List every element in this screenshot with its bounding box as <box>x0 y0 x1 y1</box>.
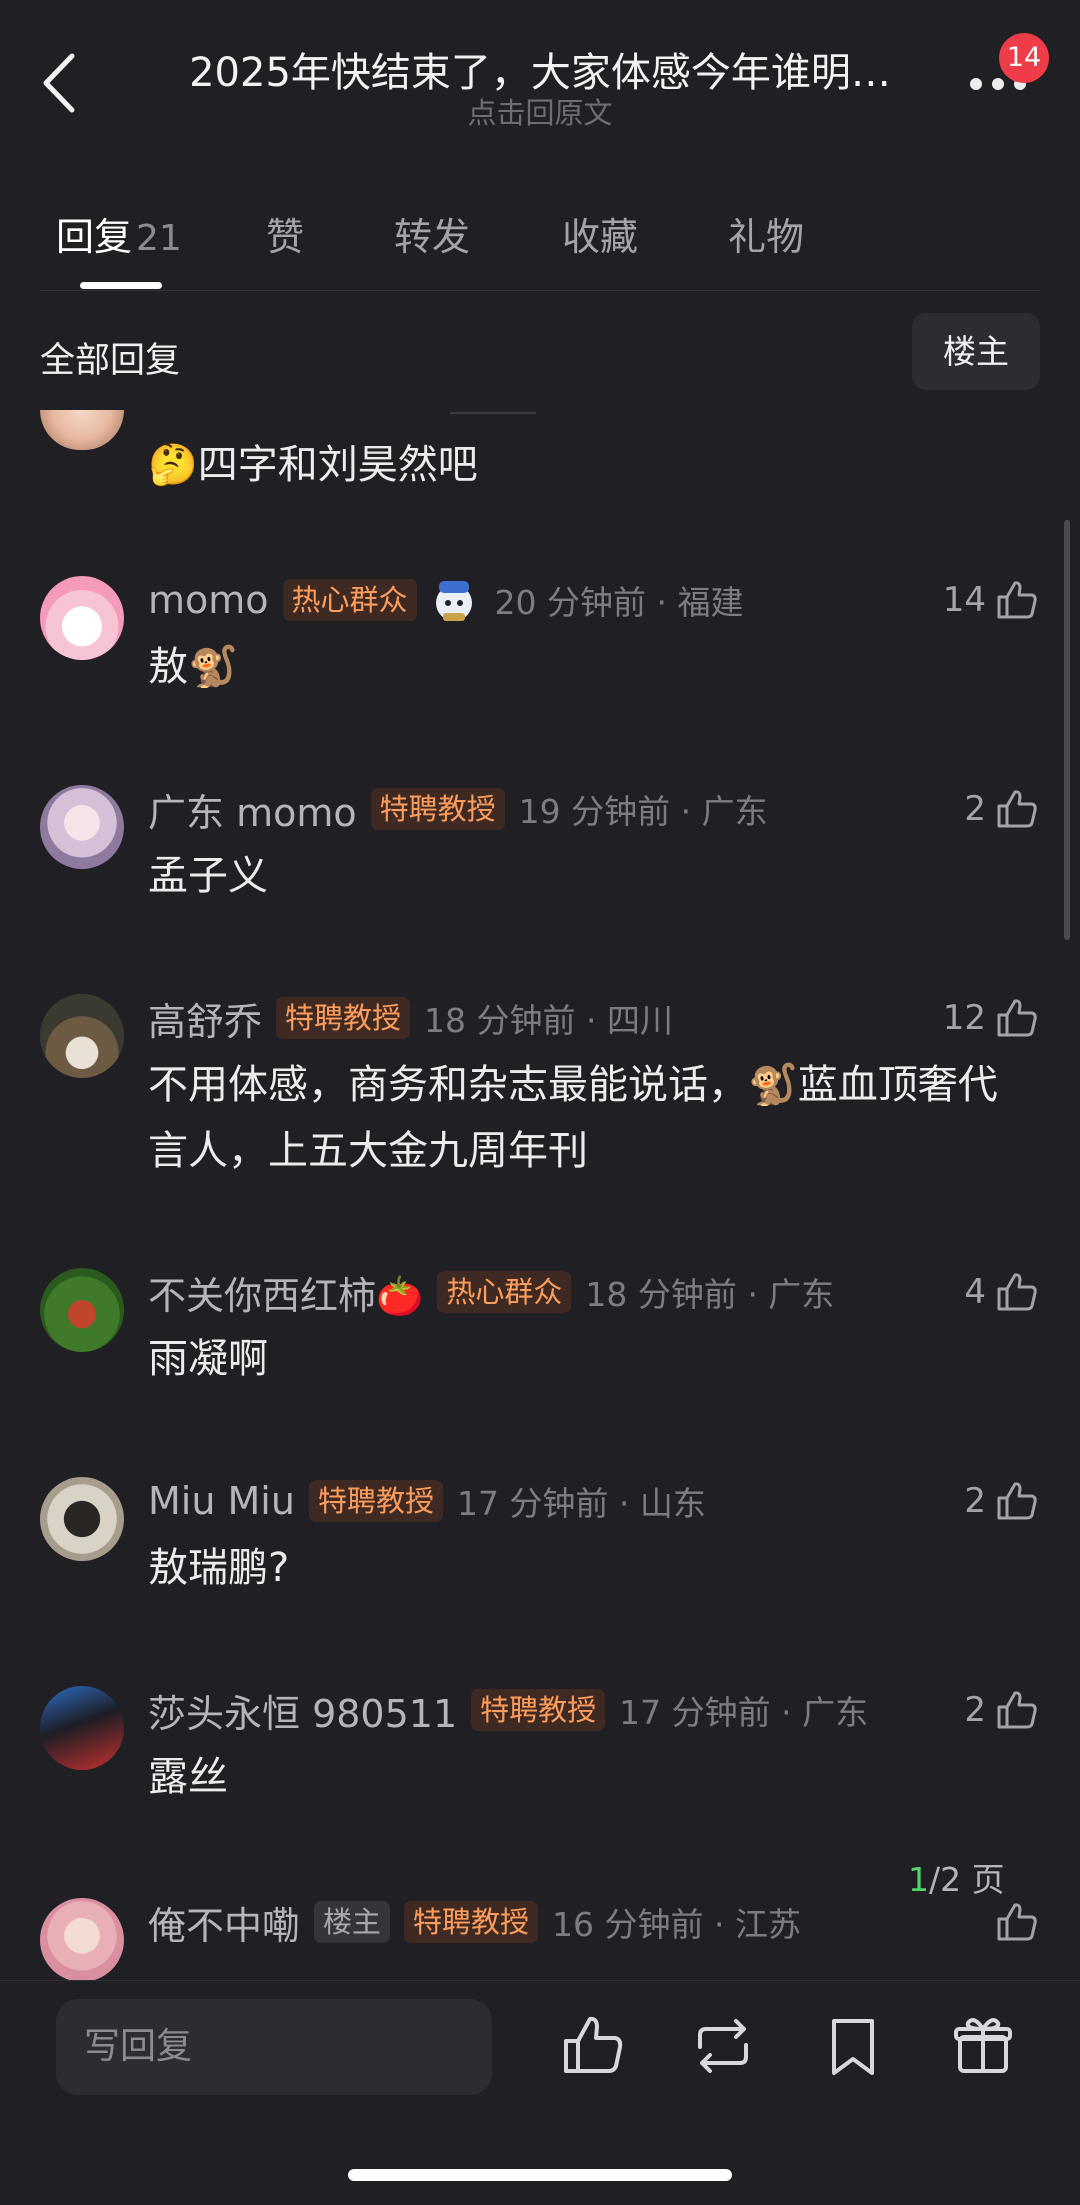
thumbs-up-icon <box>997 1691 1037 1729</box>
comment-text: 不用体感，商务和杂志最能说话，🐒蓝血顶奢代言人，上五大金九周年刊 <box>148 1062 998 1174</box>
like-button[interactable]: 2 <box>964 1473 1040 1529</box>
comment-text: 敖瑞鹏? <box>148 1545 290 1591</box>
username[interactable]: 不关你西红柿🍅 <box>148 1265 423 1320</box>
tab-bar: 回复 21 赞 转发 收藏 礼物 <box>0 190 1080 290</box>
user-badge: 特聘教授 <box>471 1689 606 1731</box>
like-count: 12 <box>942 998 986 1038</box>
like-count: 2 <box>964 1481 986 1521</box>
avatar[interactable] <box>40 994 124 1078</box>
active-tab-indicator <box>80 282 162 289</box>
tab-replies[interactable]: 回复 21 <box>56 206 182 261</box>
timestamp-location: 18 分钟前 · 广东 <box>585 1275 835 1314</box>
back-arrow-icon[interactable] <box>36 50 84 116</box>
thumbs-up-icon[interactable] <box>558 2011 628 2081</box>
user-badge: 特聘教授 <box>404 1901 539 1943</box>
thumbs-up-icon <box>997 581 1037 619</box>
username[interactable]: 广东 momo <box>148 782 357 837</box>
user-badge: 热心群众 <box>437 1271 572 1313</box>
comment-text: 孟子义 <box>148 853 268 899</box>
timestamp-location: 16 分钟前 · 江苏 <box>552 1905 801 1944</box>
like-button[interactable]: 4 <box>964 1264 1040 1320</box>
scrollbar[interactable] <box>1064 520 1070 940</box>
like-button[interactable]: 2 <box>964 1682 1040 1738</box>
like-count: 14 <box>942 580 986 620</box>
user-badge: 特聘教授 <box>308 1480 443 1522</box>
back-to-original-link[interactable]: 点击回原文 <box>170 90 910 132</box>
avatar[interactable] <box>40 785 124 869</box>
timestamp-location: 20 分钟前 · 福建 <box>494 583 744 622</box>
reply-input[interactable]: 写回复 <box>56 1999 492 2095</box>
comment-meta: 莎头永恒 980511 特聘教授 17 分钟前 · 广东 <box>148 1682 868 1738</box>
avatar[interactable] <box>40 1686 124 1770</box>
comment-meta: Miu Miu 特聘教授 17 分钟前 · 山东 <box>148 1473 706 1529</box>
tab-reposts[interactable]: 转发 <box>394 206 470 261</box>
comment-text: 雨凝啊 <box>148 1336 268 1382</box>
tab-divider <box>40 290 1040 291</box>
bookmark-icon[interactable] <box>818 2011 888 2081</box>
comment-meta: 不关你西红柿🍅 热心群众 18 分钟前 · 广东 <box>148 1264 834 1320</box>
tab-replies-label: 回复 <box>56 215 133 259</box>
like-count: 2 <box>964 1690 986 1730</box>
tab-replies-count: 21 <box>136 218 182 259</box>
gift-icon[interactable] <box>948 2011 1018 2081</box>
avatar[interactable] <box>40 410 124 450</box>
divider <box>450 412 536 414</box>
avatar[interactable] <box>40 1898 124 1982</box>
all-replies-label: 全部回复 <box>40 341 181 381</box>
like-button[interactable]: 2 <box>964 781 1040 837</box>
comment-text: 露丝 <box>148 1754 228 1800</box>
like-button[interactable] <box>986 1894 1040 1950</box>
username[interactable]: 高舒乔 <box>148 991 262 1046</box>
repost-icon[interactable] <box>688 2011 758 2081</box>
timestamp-location: 19 分钟前 · 广东 <box>518 792 768 831</box>
username[interactable]: momo <box>148 578 269 622</box>
owner-only-button[interactable]: 楼主 <box>912 313 1040 390</box>
username[interactable]: 莎头永恒 980511 <box>148 1683 457 1738</box>
tab-favorites[interactable]: 收藏 <box>562 206 638 261</box>
owner-badge: 楼主 <box>314 1901 391 1943</box>
username[interactable]: 俺不中嘞 <box>148 1895 300 1950</box>
timestamp-location: 17 分钟前 · 山东 <box>456 1484 706 1523</box>
like-button[interactable]: 12 <box>943 990 1040 1046</box>
user-badge: 热心群众 <box>282 579 417 621</box>
thumbs-up-icon <box>997 1482 1037 1520</box>
tab-likes[interactable]: 赞 <box>266 206 304 261</box>
like-button[interactable]: 14 <box>943 572 1040 628</box>
user-badge: 特聘教授 <box>370 788 505 830</box>
username[interactable]: Miu Miu <box>148 1479 295 1523</box>
thumbs-up-icon <box>997 1273 1037 1311</box>
home-indicator <box>348 2169 732 2181</box>
user-badge: 特聘教授 <box>276 997 411 1039</box>
comment-meta: 高舒乔 特聘教授 18 分钟前 · 四川 <box>148 990 673 1046</box>
total-pages: /2 页 <box>929 1860 1005 1899</box>
notification-badge: 14 <box>999 33 1049 83</box>
page-indicator[interactable]: 1/2 页 <box>908 1853 1005 1901</box>
comment-meta: 广东 momo 特聘教授 19 分钟前 · 广东 <box>148 781 768 837</box>
avatar[interactable] <box>40 1477 124 1561</box>
tab-gifts[interactable]: 礼物 <box>728 206 804 261</box>
comment-meta: momo 热心群众 20 分钟前 · 福建 <box>148 572 744 628</box>
medal-icon <box>435 581 472 621</box>
comment-text: 🤔四字和刘昊然吧 <box>148 442 478 488</box>
like-count: 4 <box>964 1272 986 1312</box>
thumbs-up-icon <box>997 790 1037 828</box>
top-nav-bar: 2025年快结束了，大家体感今年谁明… 点击回原文 14 <box>0 0 1080 180</box>
thumbs-up-icon <box>997 1903 1037 1941</box>
avatar[interactable] <box>40 576 124 660</box>
bottom-action-bar: 写回复 <box>0 1980 1080 2205</box>
thumbs-up-icon <box>997 999 1037 1037</box>
avatar[interactable] <box>40 1268 124 1352</box>
like-count: 2 <box>964 789 986 829</box>
timestamp-location: 17 分钟前 · 广东 <box>619 1693 869 1732</box>
comment-meta: 俺不中嘞 楼主 特聘教授 16 分钟前 · 江苏 <box>148 1894 801 1950</box>
comment-text: 敖🐒 <box>148 644 238 690</box>
timestamp-location: 18 分钟前 · 四川 <box>424 1001 673 1040</box>
current-page: 1 <box>908 1860 929 1899</box>
